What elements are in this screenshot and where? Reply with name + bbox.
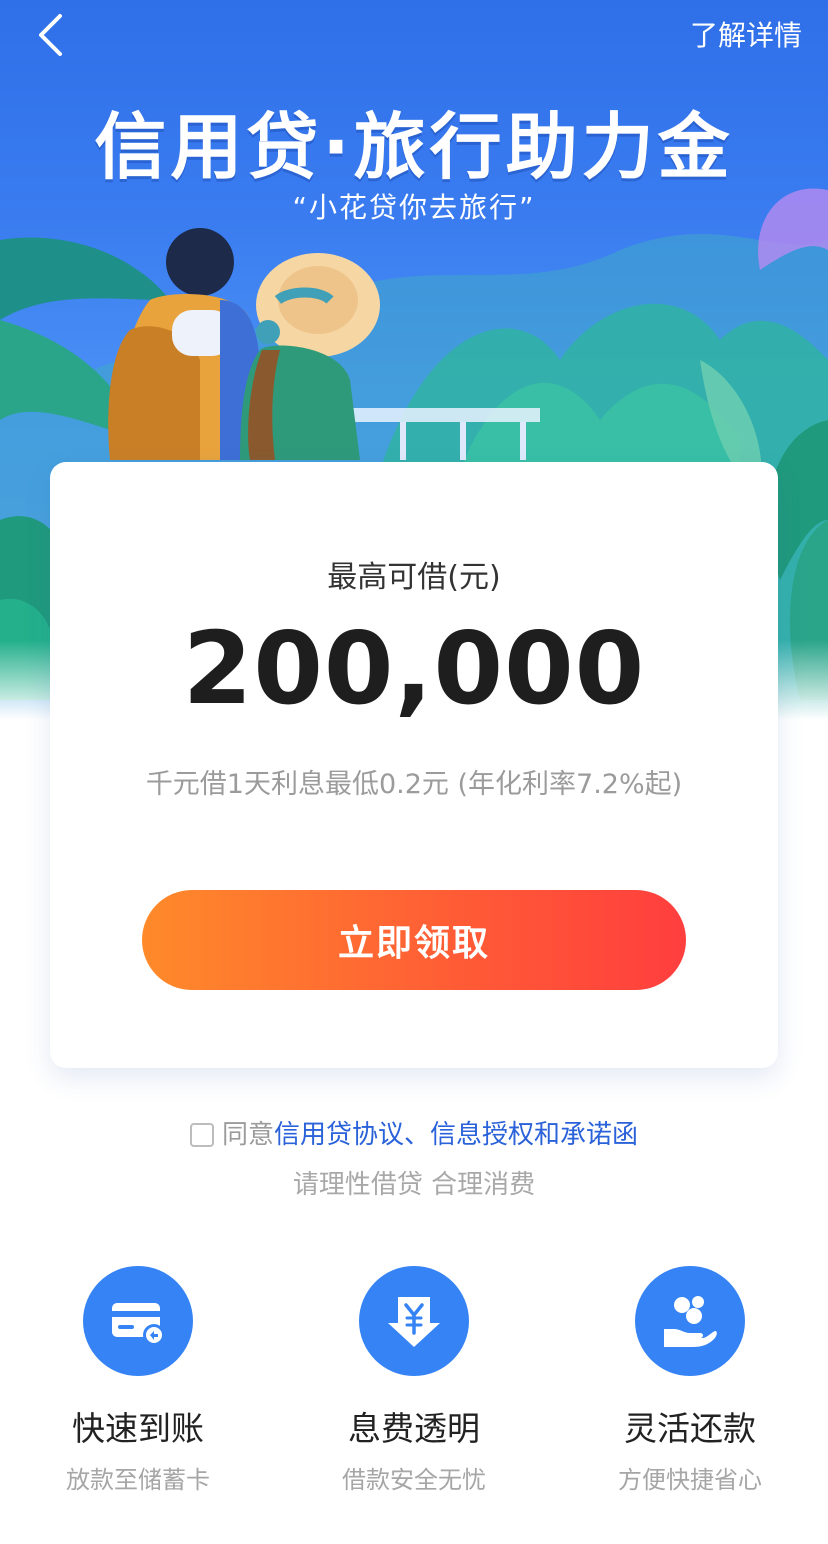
feature-fast-arrival: 快速到账 放款至储蓄卡 — [0, 1266, 276, 1495]
chevron-left-icon — [39, 14, 62, 56]
learn-more-link[interactable]: 了解详情 — [690, 14, 802, 54]
hand-coins-icon — [635, 1266, 745, 1376]
agreement-link[interactable]: 信用贷协议、信息授权和承诺函 — [274, 1120, 638, 1150]
agreement-row: 同意信用贷协议、信息授权和承诺函 — [0, 1114, 828, 1151]
feature-flexible-repayment: 灵活还款 方便快捷省心 — [552, 1266, 828, 1495]
hero-subtitle: “小花贷你去旅行” — [292, 191, 536, 224]
yuan-down-icon — [359, 1266, 469, 1376]
max-amount-value: 200,000 — [182, 610, 646, 727]
agreement-prefix: 同意 — [221, 1120, 274, 1150]
borrow-reminder: 请理性借贷 合理消费 — [292, 1170, 536, 1200]
back-button[interactable] — [28, 10, 78, 60]
loan-card: 最高可借(元) 200,000 千元借1天利息最低0.2元 (年化利率7.2%起… — [50, 462, 778, 1068]
feature-desc: 方便快捷省心 — [618, 1466, 762, 1494]
max-amount-label: 最高可借(元) — [327, 560, 501, 595]
feature-title: 快速到账 — [72, 1409, 204, 1448]
hero-title: 信用贷·旅行助力金 — [94, 105, 734, 189]
feature-desc: 借款安全无忧 — [342, 1466, 486, 1494]
feature-desc: 放款至储蓄卡 — [66, 1466, 210, 1494]
interest-rate-text: 千元借1天利息最低0.2元 (年化利率7.2%起) — [145, 769, 683, 800]
feature-title: 灵活还款 — [624, 1409, 756, 1448]
feature-transparent-fees: 息费透明 借款安全无忧 — [276, 1266, 552, 1495]
agreement-checkbox[interactable] — [189, 1123, 214, 1147]
feature-title: 息费透明 — [348, 1409, 480, 1448]
claim-button[interactable]: 立即领取 — [142, 890, 686, 990]
card-icon — [83, 1266, 193, 1376]
